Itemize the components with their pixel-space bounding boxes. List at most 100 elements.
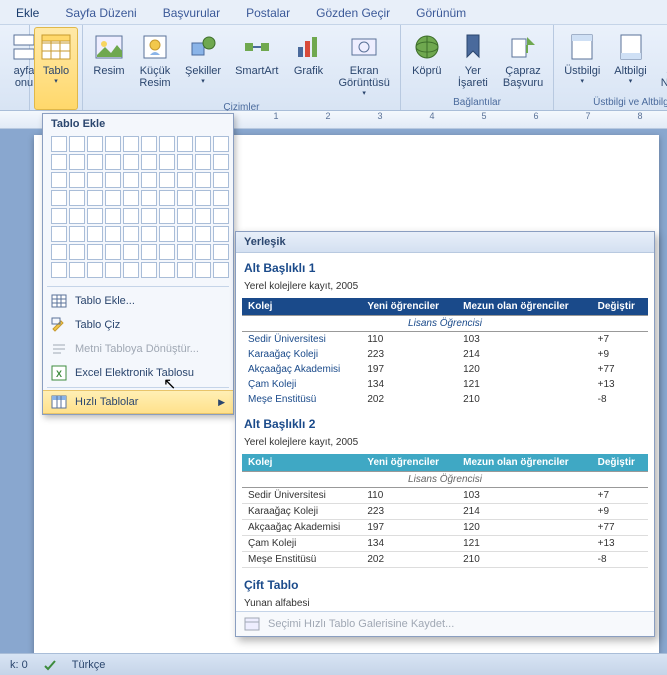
grid-cell[interactable] <box>87 172 103 188</box>
smartart-button[interactable]: SmartArt <box>229 27 284 101</box>
grid-cell[interactable] <box>105 208 121 224</box>
grid-cell[interactable] <box>51 244 67 260</box>
gallery-item-title[interactable]: Çift Tablo <box>242 574 648 596</box>
grid-cell[interactable] <box>195 262 211 278</box>
grid-cell[interactable] <box>87 154 103 170</box>
grid-cell[interactable] <box>195 226 211 242</box>
grid-cell[interactable] <box>141 244 157 260</box>
tablo-ekle-item[interactable]: Tablo Ekle... <box>43 289 233 313</box>
grid-cell[interactable] <box>69 262 85 278</box>
kucuk-resim-button[interactable]: Küçük Resim <box>133 27 177 101</box>
preview-table-1[interactable]: KolejYeni öğrencilerMezun olan öğrencile… <box>242 298 648 407</box>
grid-cell[interactable] <box>51 154 67 170</box>
grid-cell[interactable] <box>105 244 121 260</box>
grid-cell[interactable] <box>141 172 157 188</box>
grid-cell[interactable] <box>213 136 229 152</box>
grid-cell[interactable] <box>213 226 229 242</box>
tab-ekle[interactable]: Ekle <box>12 4 43 22</box>
grid-cell[interactable] <box>51 262 67 278</box>
gallery-item-title[interactable]: Alt Başlıklı 1 <box>242 257 648 279</box>
grid-cell[interactable] <box>213 208 229 224</box>
grid-cell[interactable] <box>69 136 85 152</box>
grid-cell[interactable] <box>51 136 67 152</box>
grid-cell[interactable] <box>51 208 67 224</box>
spellcheck-icon[interactable] <box>42 657 58 673</box>
hizli-tablolar-item[interactable]: Hızlı Tablolar ▶ <box>43 390 233 414</box>
grid-cell[interactable] <box>87 136 103 152</box>
grid-cell[interactable] <box>87 226 103 242</box>
grid-cell[interactable] <box>87 208 103 224</box>
grid-cell[interactable] <box>105 136 121 152</box>
grid-cell[interactable] <box>159 190 175 206</box>
grid-cell[interactable] <box>69 244 85 260</box>
grid-cell[interactable] <box>213 172 229 188</box>
grid-cell[interactable] <box>123 262 139 278</box>
grid-cell[interactable] <box>51 172 67 188</box>
grid-cell[interactable] <box>213 244 229 260</box>
grid-cell[interactable] <box>195 172 211 188</box>
grid-cell[interactable] <box>177 154 193 170</box>
tab-gorunum[interactable]: Görünüm <box>412 4 470 22</box>
grid-cell[interactable] <box>159 208 175 224</box>
grid-cell[interactable] <box>87 244 103 260</box>
grid-cell[interactable] <box>105 190 121 206</box>
grid-cell[interactable] <box>69 172 85 188</box>
grid-cell[interactable] <box>69 208 85 224</box>
grid-cell[interactable] <box>123 172 139 188</box>
grid-cell[interactable] <box>213 190 229 206</box>
grid-cell[interactable] <box>177 190 193 206</box>
grid-cell[interactable] <box>51 226 67 242</box>
status-language[interactable]: Türkçe <box>72 659 106 671</box>
grid-cell[interactable] <box>213 154 229 170</box>
sayfa-numarasi-button[interactable]: #Sayfa Numara <box>655 27 667 96</box>
yer-isareti-button[interactable]: Yer İşareti <box>451 27 495 96</box>
tablo-button[interactable]: Tablo ▾ <box>34 27 78 110</box>
gallery-scroll[interactable]: Alt Başlıklı 1 Yerel kolejlere kayıt, 20… <box>236 253 654 611</box>
grid-cell[interactable] <box>195 208 211 224</box>
grid-cell[interactable] <box>105 154 121 170</box>
gallery-item-title[interactable]: Alt Başlıklı 2 <box>242 413 648 435</box>
grid-cell[interactable] <box>69 154 85 170</box>
grid-cell[interactable] <box>141 190 157 206</box>
ekran-goruntusu-button[interactable]: Ekran Görüntüsü▾ <box>332 27 395 101</box>
grid-cell[interactable] <box>141 208 157 224</box>
grid-cell[interactable] <box>123 208 139 224</box>
grid-cell[interactable] <box>141 226 157 242</box>
grid-cell[interactable] <box>123 154 139 170</box>
tablo-ciz-item[interactable]: Tablo Çiz <box>43 313 233 337</box>
grid-cell[interactable] <box>195 190 211 206</box>
grid-cell[interactable] <box>123 190 139 206</box>
capraz-basvuru-button[interactable]: Çapraz Başvuru <box>497 27 549 96</box>
grid-cell[interactable] <box>105 262 121 278</box>
grid-cell[interactable] <box>159 226 175 242</box>
grid-cell[interactable] <box>69 190 85 206</box>
grid-cell[interactable] <box>141 154 157 170</box>
grid-cell[interactable] <box>123 136 139 152</box>
grid-cell[interactable] <box>195 154 211 170</box>
kopru-button[interactable]: Köprü <box>405 27 449 96</box>
ustbilgi-button[interactable]: Üstbilgi▾ <box>558 27 606 96</box>
tab-gozden-gecir[interactable]: Gözden Geçir <box>312 4 394 22</box>
tab-basvurular[interactable]: Başvurular <box>159 4 224 22</box>
grid-cell[interactable] <box>159 172 175 188</box>
grid-cell[interactable] <box>177 244 193 260</box>
grid-cell[interactable] <box>195 136 211 152</box>
grid-cell[interactable] <box>141 136 157 152</box>
altbilgi-button[interactable]: Altbilgi▾ <box>608 27 652 96</box>
sekiller-button[interactable]: Şekiller▾ <box>179 27 227 101</box>
grid-cell[interactable] <box>177 172 193 188</box>
grid-cell[interactable] <box>159 244 175 260</box>
insert-table-grid[interactable] <box>43 134 233 284</box>
excel-tablo-item[interactable]: X Excel Elektronik Tablosu <box>43 361 233 385</box>
preview-table-2[interactable]: KolejYeni öğrencilerMezun olan öğrencile… <box>242 454 648 568</box>
grid-cell[interactable] <box>159 136 175 152</box>
grid-cell[interactable] <box>87 262 103 278</box>
grid-cell[interactable] <box>159 262 175 278</box>
resim-button[interactable]: Resim <box>87 27 131 101</box>
grid-cell[interactable] <box>177 226 193 242</box>
grid-cell[interactable] <box>177 262 193 278</box>
grid-cell[interactable] <box>69 226 85 242</box>
grid-cell[interactable] <box>177 136 193 152</box>
tab-sayfa-duzeni[interactable]: Sayfa Düzeni <box>61 4 140 22</box>
grid-cell[interactable] <box>213 262 229 278</box>
